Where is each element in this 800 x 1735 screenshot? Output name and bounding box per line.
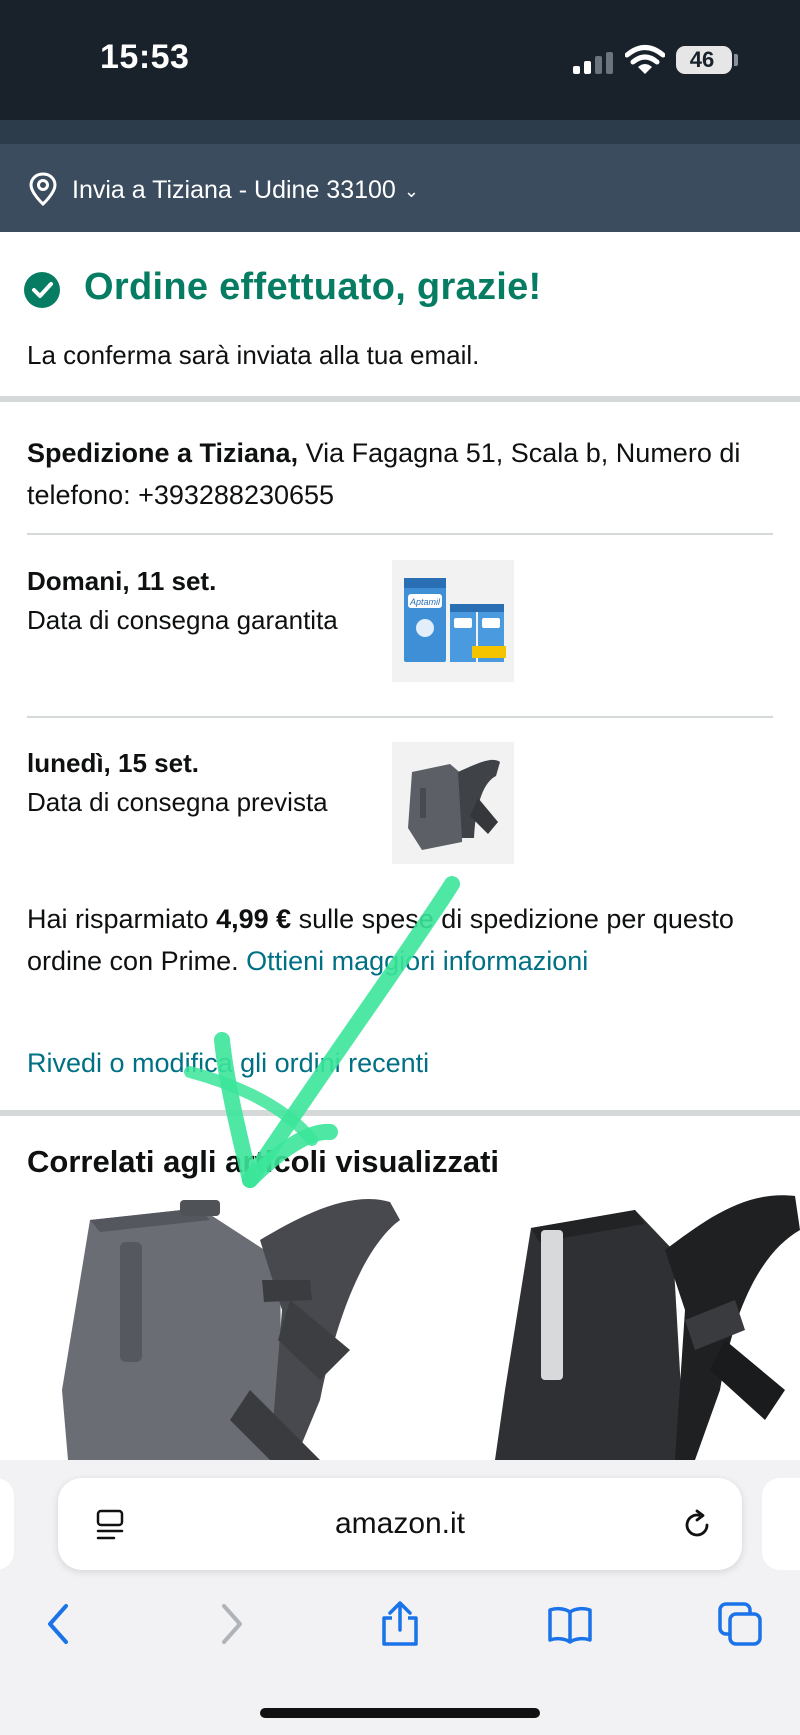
related-product-grey-carrier[interactable] — [50, 1190, 420, 1460]
battery-nub — [734, 54, 738, 66]
delivery-description: Data di consegna garantita — [27, 605, 338, 635]
prime-savings-text: Hai risparmiato 4,99 € sulle spese di sp… — [27, 898, 773, 982]
header-strip — [0, 120, 800, 144]
wifi-icon — [625, 45, 665, 74]
battery-icon: 46 — [676, 46, 732, 74]
bookmarks-icon[interactable] — [546, 1600, 594, 1648]
forward-icon[interactable] — [206, 1600, 254, 1648]
section-divider — [0, 396, 800, 402]
back-icon[interactable] — [36, 1600, 84, 1648]
related-section-title: Correlati agli articoli visualizzati — [27, 1144, 500, 1179]
check-circle-icon — [24, 272, 60, 308]
order-confirmation-subtitle: La conferma sarà inviata alla tua email. — [27, 340, 480, 370]
divider — [27, 716, 773, 718]
chevron-down-icon: ⌄ — [403, 180, 419, 201]
reload-icon[interactable] — [680, 1508, 714, 1542]
delivery-date: Domani, 11 set. — [27, 566, 217, 596]
signal-icon — [573, 52, 617, 74]
aptamil-logo: Aptamil — [409, 597, 441, 607]
delivery-location[interactable]: Invia a Tiziana - Udine 33100 ⌄ — [72, 176, 419, 205]
order-confirmation-title: Ordine effettuato, grazie! — [84, 266, 542, 308]
shipping-address: Spedizione a Tiziana, Via Fagagna 51, Sc… — [27, 432, 767, 516]
delivery-description: Data di consegna prevista — [27, 787, 328, 817]
baby-carrier-product-image — [408, 759, 500, 850]
section-divider — [0, 1110, 800, 1116]
savings-amount: 4,99 € — [216, 904, 292, 934]
divider — [27, 533, 773, 535]
delivery-location-label: Invia a Tiziana - Udine 33100 — [72, 176, 396, 204]
home-indicator — [260, 1708, 540, 1718]
more-info-link[interactable]: Ottieni maggiori informazioni — [246, 946, 588, 976]
tabs-icon[interactable] — [716, 1600, 764, 1648]
product-thumbnail-baby-carrier[interactable] — [392, 742, 514, 864]
delivery-date: lunedì, 15 set. — [27, 748, 199, 778]
related-product-black-carrier[interactable] — [495, 1190, 800, 1460]
review-orders-link[interactable]: Rivedi o modifica gli ordini recenti — [27, 1048, 429, 1079]
share-icon[interactable] — [376, 1600, 424, 1648]
location-pin-icon — [29, 172, 57, 206]
savings-prefix: Hai risparmiato — [27, 904, 217, 934]
status-time: 15:53 — [100, 38, 190, 76]
aptamil-product-image: Aptamil — [404, 578, 506, 662]
shipping-recipient: Spedizione a Tiziana, — [27, 438, 299, 468]
battery-level: 46 — [689, 47, 715, 72]
product-thumbnail-aptamil[interactable]: Aptamil — [392, 560, 514, 682]
